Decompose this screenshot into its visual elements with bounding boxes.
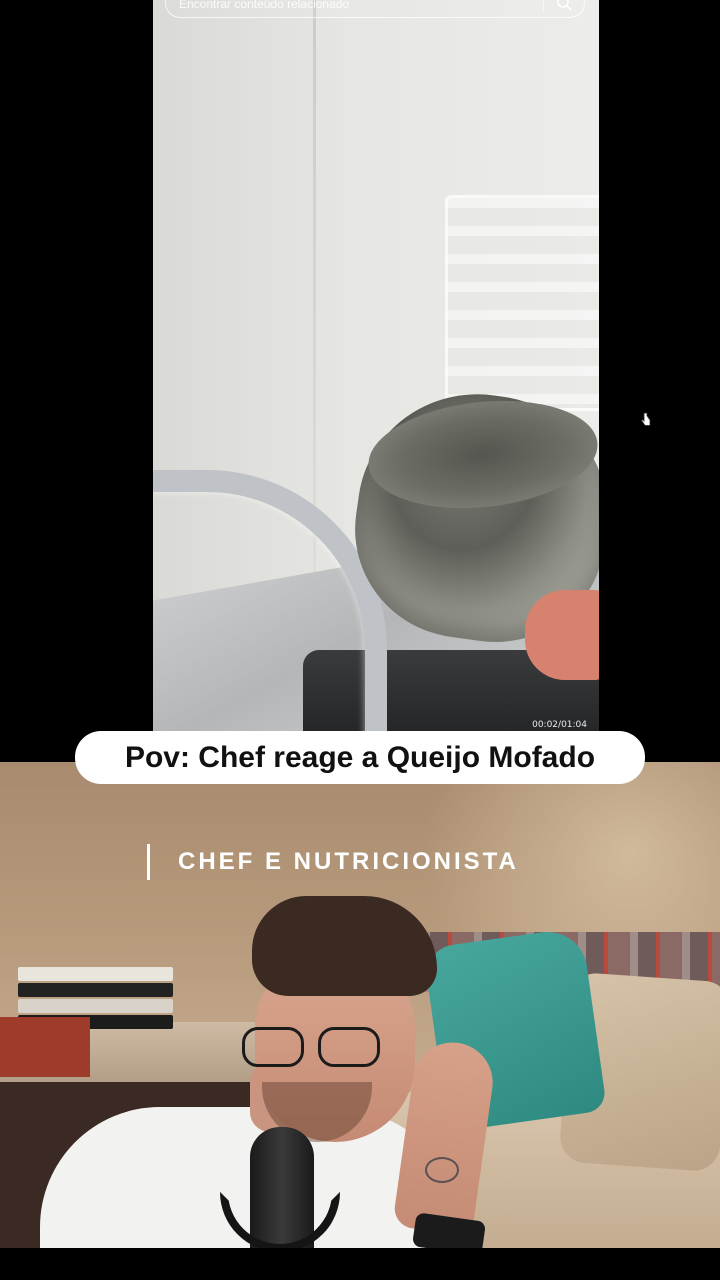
gloved-hand <box>525 590 599 680</box>
caption-text: Pov: Chef reage a Queijo Mofado <box>124 740 596 774</box>
book <box>18 967 173 981</box>
search-icon[interactable] <box>556 0 572 11</box>
lower-third-accent <box>147 844 150 880</box>
book <box>18 999 173 1013</box>
glasses <box>240 1027 390 1072</box>
related-content-search-bar[interactable]: Encontrar conteúdo relacionado <box>165 0 585 18</box>
glasses-lens-right <box>318 1027 380 1067</box>
hand-tattoo <box>425 1157 459 1183</box>
storage-crate <box>445 195 599 411</box>
caption-pill: Pov: Chef reage a Queijo Mofado <box>75 731 645 784</box>
glasses-lens-left <box>242 1027 304 1067</box>
faucet <box>153 470 387 732</box>
bottom-letterbox <box>0 1248 720 1280</box>
video-timestamp: 00:02/01:04 <box>532 720 587 730</box>
reaction-camera: CHEF E NUTRICIONISTA <box>0 762 720 1248</box>
search-placeholder[interactable]: Encontrar conteúdo relacionado <box>179 0 349 11</box>
book <box>18 983 173 997</box>
app-screen: Encontrar conteúdo relacionado 00:02/01:… <box>0 0 720 1280</box>
hand-cursor-icon <box>640 412 651 426</box>
embedded-video[interactable]: Encontrar conteúdo relacionado 00:02/01:… <box>153 0 599 732</box>
lower-third-title: CHEF E NUTRICIONISTA <box>178 848 519 875</box>
search-divider <box>543 0 544 11</box>
red-box <box>0 1017 90 1077</box>
person-hair <box>252 896 437 996</box>
